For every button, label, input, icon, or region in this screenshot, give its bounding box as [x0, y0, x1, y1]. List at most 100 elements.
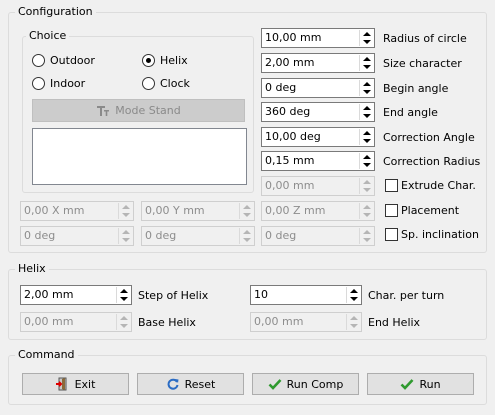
mode-list[interactable]: [32, 128, 247, 185]
arrow-down-icon: [122, 238, 130, 242]
position-z-spinbox[interactable]: 0,00 Z mm: [261, 201, 375, 221]
sp-inclination-label: Sp. inclination: [401, 228, 479, 241]
arrow-down-icon: [122, 213, 130, 217]
position-z-value: 0,00 Z mm: [265, 204, 326, 217]
radius-of-circle-spinbox[interactable]: 10,00 mm: [261, 28, 375, 48]
run-comp-button[interactable]: Run Comp: [252, 373, 359, 395]
begin-angle-label: Begin angle: [383, 82, 449, 95]
position-x-spinbox[interactable]: 0,00 X mm: [20, 201, 134, 221]
arrow-up-icon: [363, 205, 371, 209]
angle-a-spinbox[interactable]: 0 deg: [20, 226, 134, 246]
correction-angle-spinbox[interactable]: 10,00 deg: [261, 127, 375, 147]
sp-inclination-checkbox[interactable]: [385, 228, 398, 241]
arrow-up-icon: [243, 230, 251, 234]
check-icon: [268, 379, 282, 390]
radio-helix-label: Helix: [160, 54, 188, 67]
base-helix-value: 0,00 mm: [24, 315, 74, 328]
step-of-helix-value: 2,00 mm: [24, 288, 74, 301]
arrow-up-icon: [363, 82, 371, 86]
correction-angle-label: Correction Angle: [383, 131, 475, 144]
arrow-down-icon: [363, 238, 371, 242]
spin-buttons[interactable]: [359, 129, 373, 145]
refresh-icon: [167, 378, 179, 390]
spin-buttons[interactable]: [359, 228, 373, 244]
extrude-label: Extrude Char.: [401, 179, 476, 192]
char-per-turn-label: Char. per turn: [368, 289, 445, 302]
spin-buttons[interactable]: [118, 203, 132, 219]
end-helix-label: End Helix: [368, 316, 421, 329]
angle-c-spinbox[interactable]: 0 deg: [261, 226, 375, 246]
end-angle-spinbox[interactable]: 360 deg: [261, 102, 375, 122]
radio-outdoor[interactable]: [32, 54, 45, 67]
arrow-down-icon: [363, 188, 371, 192]
arrow-up-icon: [122, 205, 130, 209]
extrude-checkbox[interactable]: [385, 179, 398, 192]
angle-b-spinbox[interactable]: 0 deg: [141, 226, 255, 246]
run-label: Run: [419, 377, 441, 391]
spin-buttons[interactable]: [346, 314, 360, 330]
mode-stand-button[interactable]: Mode Stand: [32, 99, 245, 122]
arrow-up-icon: [120, 289, 128, 293]
step-of-helix-spinbox[interactable]: 2,00 mm: [20, 285, 132, 305]
arrow-up-icon: [350, 289, 358, 293]
correction-angle-value: 10,00 deg: [265, 130, 321, 143]
correction-radius-value: 0,15 mm: [265, 154, 315, 167]
radio-clock[interactable]: [142, 77, 155, 90]
arrow-up-icon: [363, 32, 371, 36]
spin-buttons[interactable]: [359, 153, 373, 169]
spin-buttons[interactable]: [239, 203, 253, 219]
radio-clock-label: Clock: [160, 77, 190, 90]
angle-a-value: 0 deg: [24, 229, 56, 242]
correction-radius-spinbox[interactable]: 0,15 mm: [261, 151, 375, 171]
run-button[interactable]: Run: [367, 373, 474, 395]
arrow-up-icon: [120, 316, 128, 320]
size-character-spinbox[interactable]: 2,00 mm: [261, 53, 375, 73]
spin-buttons[interactable]: [239, 228, 253, 244]
base-helix-spinbox[interactable]: 0,00 mm: [20, 312, 132, 332]
helix-title: Helix: [15, 262, 49, 275]
exit-button[interactable]: Exit: [22, 373, 129, 395]
char-per-turn-spinbox[interactable]: 10: [250, 285, 362, 305]
spin-buttons[interactable]: [359, 104, 373, 120]
text-format-icon: [97, 105, 110, 116]
reset-label: Reset: [184, 377, 216, 391]
spin-buttons[interactable]: [359, 80, 373, 96]
arrow-down-icon: [363, 163, 371, 167]
arrow-down-icon: [363, 114, 371, 118]
spin-buttons[interactable]: [116, 314, 130, 330]
placement-checkbox[interactable]: [385, 204, 398, 217]
size-character-label: Size character: [383, 57, 462, 70]
position-y-spinbox[interactable]: 0,00 Y mm: [141, 201, 255, 221]
base-helix-label: Base Helix: [138, 316, 196, 329]
reset-button[interactable]: Reset: [137, 373, 244, 395]
end-angle-label: End angle: [383, 106, 438, 119]
end-helix-spinbox[interactable]: 0,00 mm: [250, 312, 362, 332]
spin-buttons[interactable]: [359, 55, 373, 71]
radio-indoor[interactable]: [32, 77, 45, 90]
begin-angle-spinbox[interactable]: 0 deg: [261, 78, 375, 98]
arrow-up-icon: [122, 230, 130, 234]
exit-icon: [55, 377, 67, 391]
spin-buttons[interactable]: [359, 203, 373, 219]
exit-label: Exit: [74, 377, 96, 391]
check-icon: [401, 379, 414, 390]
arrow-down-icon: [120, 324, 128, 328]
arrow-up-icon: [363, 57, 371, 61]
extrude-spinbox[interactable]: 0,00 mm: [261, 176, 375, 196]
spin-buttons[interactable]: [116, 287, 130, 303]
arrow-down-icon: [243, 213, 251, 217]
end-angle-value: 360 deg: [265, 105, 311, 118]
radio-outdoor-label: Outdoor: [50, 54, 95, 67]
radio-helix[interactable]: [142, 54, 155, 67]
spin-buttons[interactable]: [346, 287, 360, 303]
radius-of-circle-value: 10,00 mm: [265, 31, 322, 44]
arrow-up-icon: [363, 230, 371, 234]
arrow-down-icon: [363, 40, 371, 44]
command-title: Command: [15, 348, 78, 361]
spin-buttons[interactable]: [359, 178, 373, 194]
spin-buttons[interactable]: [359, 30, 373, 46]
arrow-down-icon: [363, 213, 371, 217]
spin-buttons[interactable]: [118, 228, 132, 244]
configuration-title: Configuration: [15, 5, 96, 18]
arrow-up-icon: [350, 316, 358, 320]
